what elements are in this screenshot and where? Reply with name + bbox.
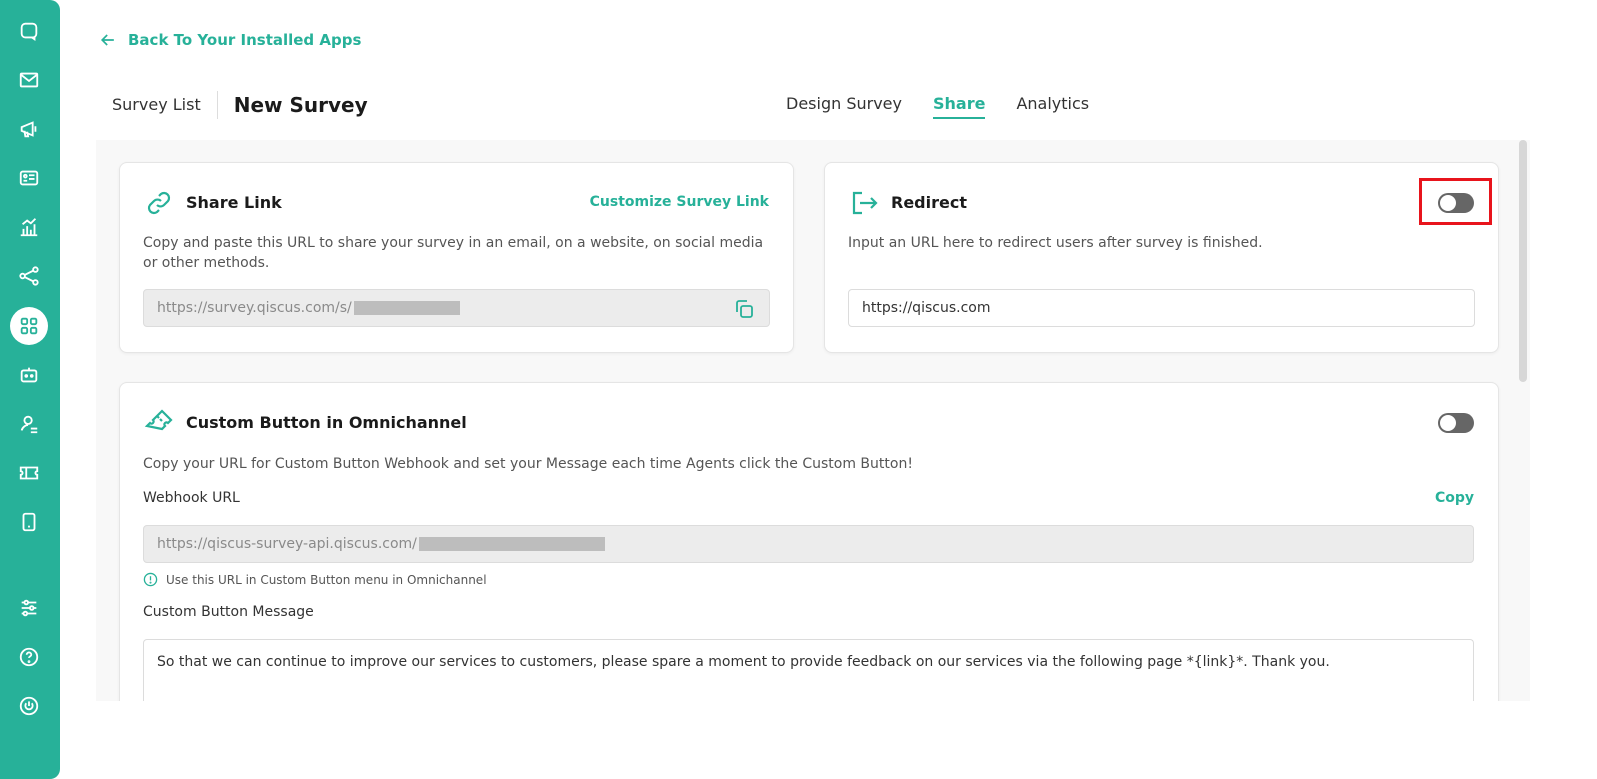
redacted-block	[418, 537, 605, 551]
back-link-label: Back To Your Installed Apps	[128, 31, 362, 49]
bottom-fade	[60, 701, 1597, 779]
breadcrumb: Survey List New Survey	[112, 90, 368, 120]
mobile-icon[interactable]	[10, 503, 48, 541]
webhook-hint: Use this URL in Custom Button menu in Om…	[143, 572, 487, 587]
custom-button-message-input[interactable]: So that we can continue to improve our s…	[143, 639, 1474, 702]
custom-button-card: Custom Button in Omnichannel Copy your U…	[119, 382, 1499, 722]
tab-share[interactable]: Share	[932, 94, 986, 119]
webhook-url-label: Webhook URL	[143, 490, 240, 506]
power-icon[interactable]	[10, 687, 48, 725]
share-link-description: Copy and paste this URL to share your su…	[143, 235, 764, 271]
chat-icon[interactable]	[10, 12, 48, 50]
agent-icon[interactable]	[10, 405, 48, 443]
highlight-box	[1419, 178, 1492, 225]
redirect-card: Redirect Input an URL here to redirect u…	[824, 162, 1499, 353]
share-url-field[interactable]: https://survey.qiscus.com/s/	[143, 289, 770, 327]
apps-icon[interactable]	[10, 307, 48, 345]
share-link-card: Share Link Customize Survey Link Copy an…	[119, 162, 794, 353]
analytics-icon[interactable]	[10, 208, 48, 246]
custom-button-toggle[interactable]	[1438, 413, 1474, 433]
bot-icon[interactable]	[10, 356, 48, 394]
scrollbar[interactable]	[1519, 140, 1527, 382]
exit-icon	[852, 191, 878, 215]
tab-analytics[interactable]: Analytics	[1016, 94, 1089, 119]
back-to-apps-link[interactable]: Back To Your Installed Apps	[98, 30, 361, 50]
custom-button-title: Custom Button in Omnichannel	[186, 413, 467, 432]
main-content: Back To Your Installed Apps Survey List …	[60, 0, 1597, 779]
arrow-left-icon	[100, 34, 114, 46]
copy-icon[interactable]	[732, 297, 756, 321]
page-title: New Survey	[233, 93, 368, 117]
share-link-title: Share Link	[186, 193, 282, 212]
webhook-url-field[interactable]: https://qiscus-survey-api.qiscus.com/	[143, 525, 1474, 563]
tab-design-survey[interactable]: Design Survey	[786, 94, 902, 119]
custom-button-description: Copy your URL for Custom Button Webhook …	[143, 456, 913, 472]
megaphone-icon[interactable]	[10, 110, 48, 148]
settings-icon[interactable]	[10, 589, 48, 627]
redacted-block	[353, 301, 460, 315]
custom-button-message-label: Custom Button Message	[143, 604, 314, 620]
info-icon	[143, 572, 158, 587]
help-icon[interactable]	[10, 638, 48, 676]
customize-survey-link[interactable]: Customize Survey Link	[590, 194, 769, 210]
share-url-value: https://survey.qiscus.com/s/	[157, 300, 352, 316]
link-icon	[147, 191, 171, 215]
webhook-url-value: https://qiscus-survey-api.qiscus.com/	[157, 536, 417, 552]
redirect-url-value: https://qiscus.com	[862, 300, 991, 316]
contact-card-icon[interactable]	[10, 159, 48, 197]
ticket-icon[interactable]	[10, 454, 48, 492]
survey-list-link[interactable]: Survey List	[112, 91, 218, 119]
toggle-knob	[1440, 415, 1456, 431]
redirect-description: Input an URL here to redirect users afte…	[848, 235, 1263, 251]
ticket-icon	[144, 409, 173, 431]
redirect-title: Redirect	[891, 193, 967, 212]
copy-webhook-button[interactable]: Copy	[1435, 490, 1474, 506]
tab-bar: Design Survey Share Analytics	[786, 94, 1089, 119]
flow-icon[interactable]	[10, 257, 48, 295]
sidebar	[0, 0, 60, 779]
mail-icon[interactable]	[10, 61, 48, 99]
webhook-hint-text: Use this URL in Custom Button menu in Om…	[166, 572, 487, 587]
redirect-url-input[interactable]: https://qiscus.com	[848, 289, 1475, 327]
